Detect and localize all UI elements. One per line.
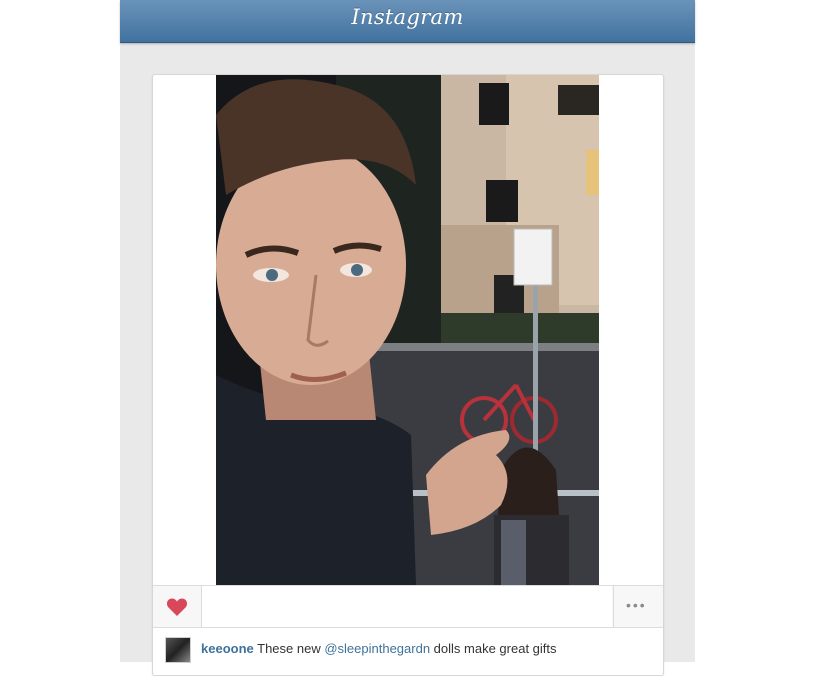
- post-caption: keeoone These new @sleepinthegardn dolls…: [201, 641, 557, 656]
- comment-input-area[interactable]: [202, 586, 612, 627]
- heart-icon: [166, 598, 188, 616]
- like-button[interactable]: [153, 586, 202, 627]
- caption-mention-link[interactable]: @sleepinthegardn: [324, 641, 430, 656]
- caption-username[interactable]: keeoone: [201, 641, 254, 656]
- post-card: ••• keeoone These new @sleepinthegardn d…: [152, 74, 664, 676]
- ellipsis-icon: •••: [626, 597, 647, 613]
- avatar[interactable]: [165, 637, 191, 663]
- post-action-bar: •••: [153, 585, 663, 628]
- caption-text-after: dolls make great gifts: [430, 641, 557, 656]
- top-navigation-bar: Instagram: [120, 0, 695, 43]
- post-photo[interactable]: [216, 75, 599, 585]
- feed-column: Instagram ••• keeoone These new @sleepin…: [120, 0, 695, 676]
- caption-text-before: These new: [257, 641, 325, 656]
- selfie-photo-illustration: [216, 75, 599, 585]
- more-options-button[interactable]: •••: [613, 586, 664, 627]
- caption-row: keeoone These new @sleepinthegardn dolls…: [153, 627, 663, 675]
- instagram-logo[interactable]: Instagram: [120, 5, 695, 29]
